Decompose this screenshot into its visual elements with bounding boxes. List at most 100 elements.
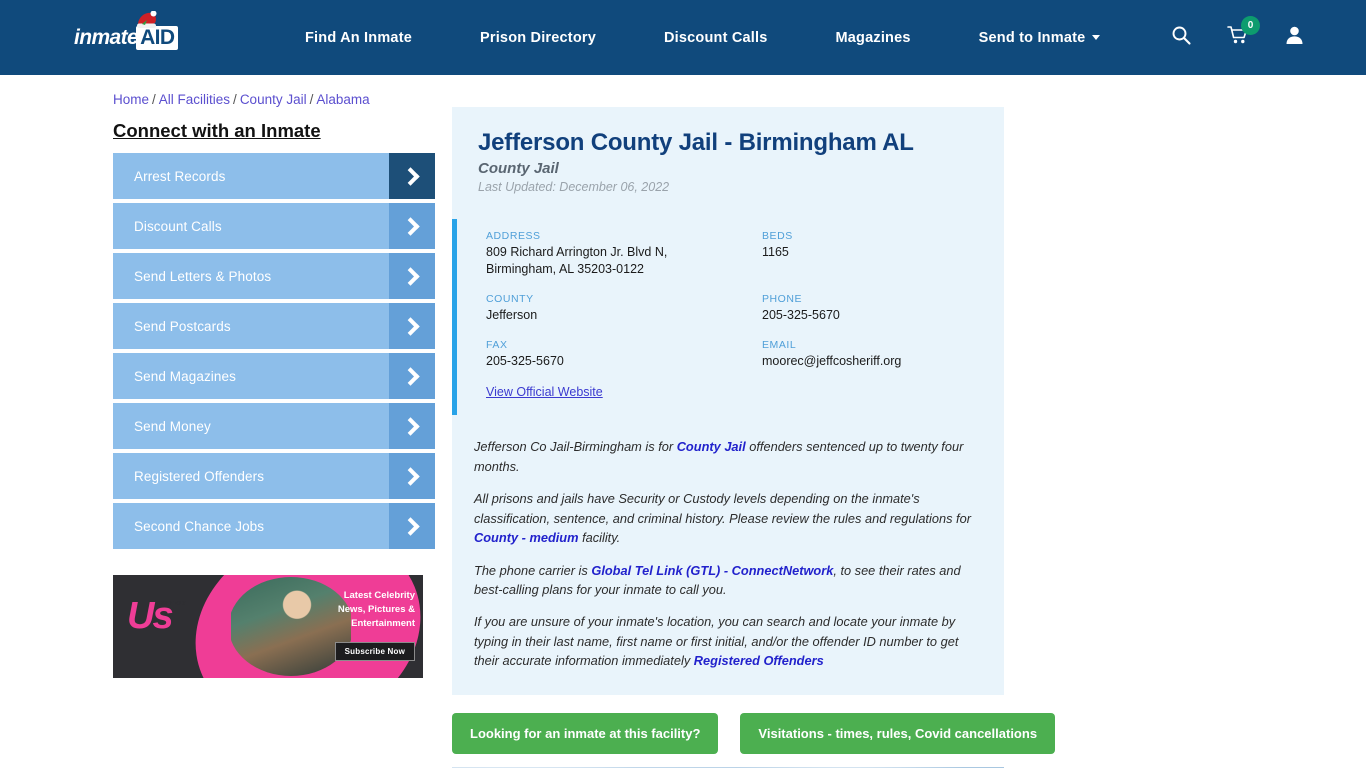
facility-field-beds: BEDS 1165 (762, 230, 1004, 278)
description-paragraph-2: All prisons and jails have Security or C… (474, 489, 978, 547)
nav-item-discount-calls[interactable]: Discount Calls (630, 30, 802, 46)
logo-badge: AID (136, 25, 179, 50)
facility-header: Jefferson County Jail - Birmingham AL Co… (452, 129, 1004, 194)
breadcrumb-item-county-jail[interactable]: County Jail (240, 92, 307, 107)
facility-field-email: EMAIL moorec@jeffcosheriff.org (762, 339, 1004, 370)
sidebar-heading[interactable]: Connect with an Inmate (113, 120, 321, 142)
field-label: FAX (486, 338, 508, 351)
facility-details-grid: ADDRESS 809 Richard Arrington Jr. Blvd N… (486, 230, 1004, 369)
chevron-right-icon (389, 253, 435, 299)
para-text: Jefferson Co Jail-Birmingham is for (474, 439, 677, 455)
nav-item-magazines[interactable]: Magazines (802, 30, 945, 46)
ad-brand-sublabel: WEEKLY (161, 601, 187, 607)
sidebar-item-arrest-records[interactable]: Arrest Records (113, 153, 435, 199)
field-value: 809 Richard Arrington Jr. Blvd N, Birmin… (486, 245, 668, 277)
chevron-right-icon (389, 503, 435, 549)
sidebar-item-label: Arrest Records (134, 168, 226, 184)
description-paragraph-4: If you are unsure of your inmate's locat… (474, 612, 978, 670)
content-layout: Connect with an Inmate Arrest Records Di… (0, 107, 1366, 768)
breadcrumb-separator: / (233, 92, 237, 107)
chevron-right-icon (389, 303, 435, 349)
field-value: moorec@jeffcosheriff.org (762, 353, 902, 368)
facility-type: County Jail (478, 160, 559, 178)
find-inmate-button[interactable]: Looking for an inmate at this facility? (452, 712, 719, 754)
field-value: 1165 (762, 245, 789, 260)
field-label: ADDRESS (486, 230, 541, 243)
breadcrumb: Home / All Facilities / County Jail / Alabama (113, 92, 1366, 107)
breadcrumb-separator: / (152, 92, 156, 107)
view-official-website-link[interactable]: View Official Website (486, 385, 603, 399)
sidebar-item-label: Send Letters & Photos (134, 268, 272, 284)
sidebar-item-second-chance-jobs[interactable]: Second Chance Jobs (113, 503, 435, 549)
sidebar-item-send-money[interactable]: Send Money (113, 403, 435, 449)
description-paragraph-3: The phone carrier is Global Tel Link (GT… (474, 561, 978, 600)
para-text: All prisons and jails have Security or C… (474, 491, 971, 526)
link-registered-offenders[interactable]: Registered Offenders (694, 653, 824, 668)
santa-hat-icon (137, 10, 157, 28)
chevron-right-icon (389, 353, 435, 399)
search-icon[interactable] (1171, 25, 1191, 50)
field-label: BEDS (762, 230, 793, 243)
cta-button-row: Looking for an inmate at this facility? … (452, 712, 1056, 754)
header-icon-group: 0 (1171, 16, 1304, 50)
field-value: Jefferson (486, 307, 538, 322)
breadcrumb-item-home[interactable]: Home (113, 92, 149, 107)
page-title: Jefferson County Jail - Birmingham AL (478, 129, 914, 156)
chevron-right-icon (389, 203, 435, 249)
facility-field-county: COUNTY Jefferson (486, 293, 762, 324)
last-updated-text: Last Updated: December 06, 2022 (478, 180, 670, 195)
description-paragraph-1: Jefferson Co Jail-Birmingham is for Coun… (474, 437, 978, 476)
link-county-medium[interactable]: County - medium (474, 530, 579, 545)
link-county-jail[interactable]: County Jail (677, 439, 746, 454)
para-text: The phone carrier is (474, 562, 592, 578)
sidebar-item-label: Discount Calls (134, 218, 222, 234)
breadcrumb-item-alabama[interactable]: Alabama (316, 92, 369, 107)
link-phone-carrier[interactable]: Global Tel Link (GTL) - ConnectNetwork (591, 563, 833, 578)
page-body: Home / All Facilities / County Jail / Alabama … (0, 92, 1366, 768)
sidebar-item-label: Send Postcards (134, 318, 231, 334)
facility-description: Jefferson Co Jail-Birmingham is for Coun… (452, 415, 1004, 695)
field-label: COUNTY (486, 292, 534, 305)
site-logo[interactable]: inmateAID (74, 10, 199, 59)
user-account-icon[interactable] (1285, 25, 1304, 50)
facility-details-block: ADDRESS 809 Richard Arrington Jr. Blvd N… (452, 219, 1004, 416)
nav-item-prison-directory[interactable]: Prison Directory (446, 30, 630, 46)
breadcrumb-separator: / (309, 92, 314, 107)
field-value: 205-325-5670 (486, 353, 564, 368)
sidebar-item-label: Send Magazines (134, 368, 236, 384)
facility-field-fax: FAX 205-325-5670 (486, 339, 762, 370)
main-content: Jefferson County Jail - Birmingham AL Co… (452, 107, 1056, 768)
nav-item-find-an-inmate[interactable]: Find An Inmate (271, 30, 446, 46)
chevron-right-icon (389, 453, 435, 499)
field-label: EMAIL (762, 338, 797, 351)
breadcrumb-item-all-facilities[interactable]: All Facilities (159, 92, 230, 107)
chevron-right-icon (389, 153, 435, 199)
sidebar: Connect with an Inmate Arrest Records Di… (113, 107, 435, 768)
cart-count-badge: 0 (1241, 16, 1260, 35)
facility-field-phone: PHONE 205-325-5670 (762, 293, 1004, 324)
sidebar-item-label: Registered Offenders (134, 468, 265, 484)
sidebar-item-label: Second Chance Jobs (134, 518, 265, 534)
cart-icon[interactable]: 0 (1227, 16, 1260, 50)
field-value: 205-325-5670 (762, 307, 840, 322)
facility-field-address: ADDRESS 809 Richard Arrington Jr. Blvd N… (486, 230, 762, 278)
site-header: inmateAID Find An Inmate Prison Director… (0, 0, 1366, 75)
logo-text: inmateAID (74, 25, 179, 50)
logo-word: inmate (74, 25, 139, 49)
advertisement-banner[interactable]: Us WEEKLY Latest Celebrity News, Picture… (113, 575, 423, 678)
para-text: facility. (578, 530, 621, 546)
sidebar-item-send-letters-photos[interactable]: Send Letters & Photos (113, 253, 435, 299)
visitations-button[interactable]: Visitations - times, rules, Covid cancel… (740, 712, 1056, 754)
main-nav: Find An Inmate Prison Directory Discount… (271, 30, 1134, 46)
field-label: PHONE (762, 292, 803, 305)
facility-info-card: Jefferson County Jail - Birmingham AL Co… (452, 107, 1004, 695)
ad-subscribe-button[interactable]: Subscribe Now (334, 642, 415, 661)
ad-copy-text: Latest Celebrity News, Pictures & Entert… (337, 590, 415, 629)
sidebar-item-registered-offenders[interactable]: Registered Offenders (113, 453, 435, 499)
sidebar-item-send-magazines[interactable]: Send Magazines (113, 353, 435, 399)
sidebar-item-label: Send Money (134, 418, 211, 434)
sidebar-item-send-postcards[interactable]: Send Postcards (113, 303, 435, 349)
sidebar-item-discount-calls[interactable]: Discount Calls (113, 203, 435, 249)
nav-item-send-to-inmate[interactable]: Send to Inmate (945, 30, 1135, 46)
chevron-right-icon (389, 403, 435, 449)
